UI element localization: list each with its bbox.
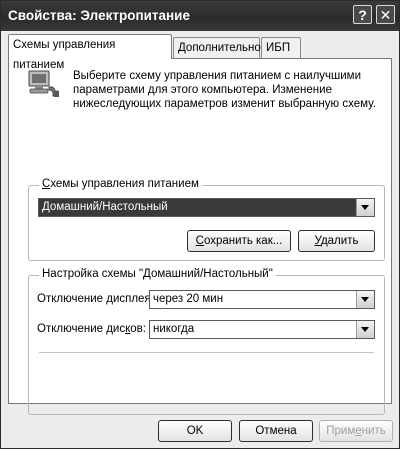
- chevron-down-icon[interactable]: [356, 321, 374, 338]
- intro-line-3: нижеследующих параметров изменит выбранн…: [73, 98, 376, 110]
- power-schemes-group: Схемы управления питанием Домашний/Насто…: [28, 178, 385, 261]
- cancel-button[interactable]: Отмена: [239, 420, 313, 442]
- title-bar[interactable]: Свойства: Электропитание ? ✕: [1, 1, 399, 31]
- disks-off-select[interactable]: никогда: [149, 320, 375, 339]
- power-schemes-panel: Выберите схему управления питанием с наи…: [8, 58, 392, 415]
- ok-button[interactable]: OK: [158, 420, 232, 442]
- intro-line-2: параметрами для этого компьютера. Измене…: [73, 84, 332, 96]
- close-button[interactable]: ✕: [376, 5, 395, 24]
- chevron-down-icon[interactable]: [356, 291, 374, 308]
- power-schemes-legend: Схемы управления питанием: [39, 178, 202, 190]
- power-scheme-value: Домашний/Настольный: [42, 201, 168, 213]
- tab-ups[interactable]: ИБП: [261, 37, 301, 58]
- monitor-off-label: Отключение дисплея:: [37, 293, 154, 305]
- monitor-off-select[interactable]: через 20 мин: [149, 290, 375, 309]
- help-button[interactable]: ?: [353, 5, 372, 24]
- tab-advanced[interactable]: Дополнительно: [173, 37, 261, 58]
- disks-off-value: никогда: [153, 323, 195, 335]
- monitor-off-value: через 20 мин: [153, 293, 224, 305]
- intro-line-1: Выберите схему управления питанием с наи…: [73, 70, 362, 82]
- apply-button[interactable]: Применить: [319, 420, 393, 442]
- tab-power-schemes[interactable]: Схемы управления питанием: [8, 34, 172, 71]
- power-properties-window: Свойства: Электропитание ? ✕ Схемы управ…: [0, 0, 400, 449]
- intro-description: Выберите схему управления питанием с наи…: [73, 69, 379, 111]
- power-scheme-select[interactable]: Домашний/Настольный: [38, 198, 375, 217]
- save-as-button[interactable]: Сохранить как...: [187, 230, 291, 252]
- disks-off-label: Отключение дисков:: [37, 323, 146, 335]
- scheme-settings-legend: Настройка схемы "Домашний/Настольный": [39, 268, 276, 280]
- settings-divider: [39, 352, 374, 353]
- window-title: Свойства: Электропитание: [8, 8, 190, 23]
- scheme-settings-group: Настройка схемы "Домашний/Настольный" От…: [28, 268, 385, 415]
- chevron-down-icon[interactable]: [356, 199, 374, 216]
- delete-button[interactable]: Удалить: [298, 230, 375, 252]
